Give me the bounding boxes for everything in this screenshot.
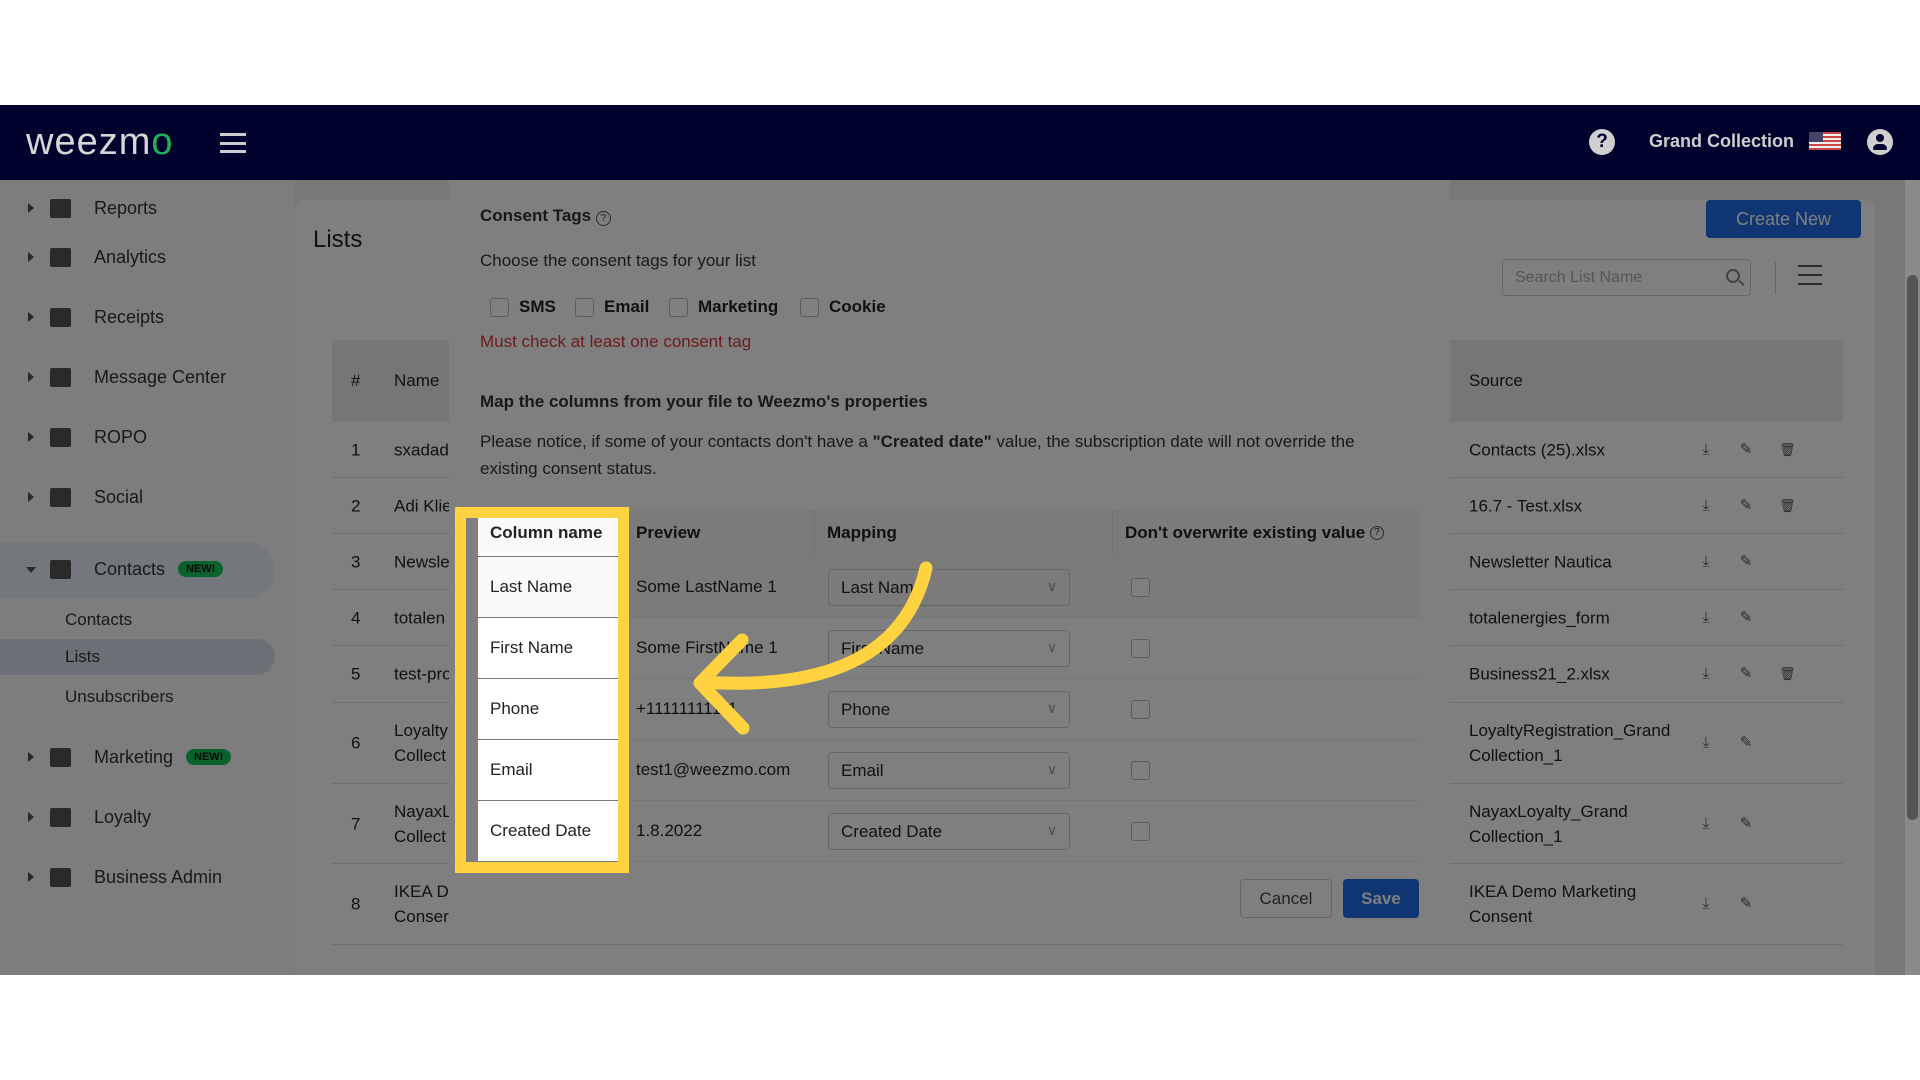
scrollbar-thumb[interactable] xyxy=(1907,275,1918,820)
user-avatar-icon[interactable] xyxy=(1867,129,1893,155)
help-icon[interactable]: ? xyxy=(1589,129,1615,155)
column-name-cell: Email xyxy=(478,740,619,800)
account-name[interactable]: Grand Collection xyxy=(1649,131,1794,152)
column-name-cell: Last Name xyxy=(478,557,619,617)
us-flag-icon[interactable] xyxy=(1809,132,1841,150)
dim-overlay xyxy=(0,180,1920,975)
scrollbar[interactable] xyxy=(1905,180,1920,975)
weezmo-logo[interactable]: weezmo xyxy=(26,121,174,164)
column-name-cell: Phone xyxy=(478,679,619,739)
hamburger-menu-icon[interactable] xyxy=(220,133,246,153)
top-navbar: weezmo ? Grand Collection xyxy=(0,105,1920,180)
column-name-cell: First Name xyxy=(478,618,619,678)
header-column-name: Column name xyxy=(478,510,619,556)
column-name-cell: Created Date xyxy=(478,801,619,861)
